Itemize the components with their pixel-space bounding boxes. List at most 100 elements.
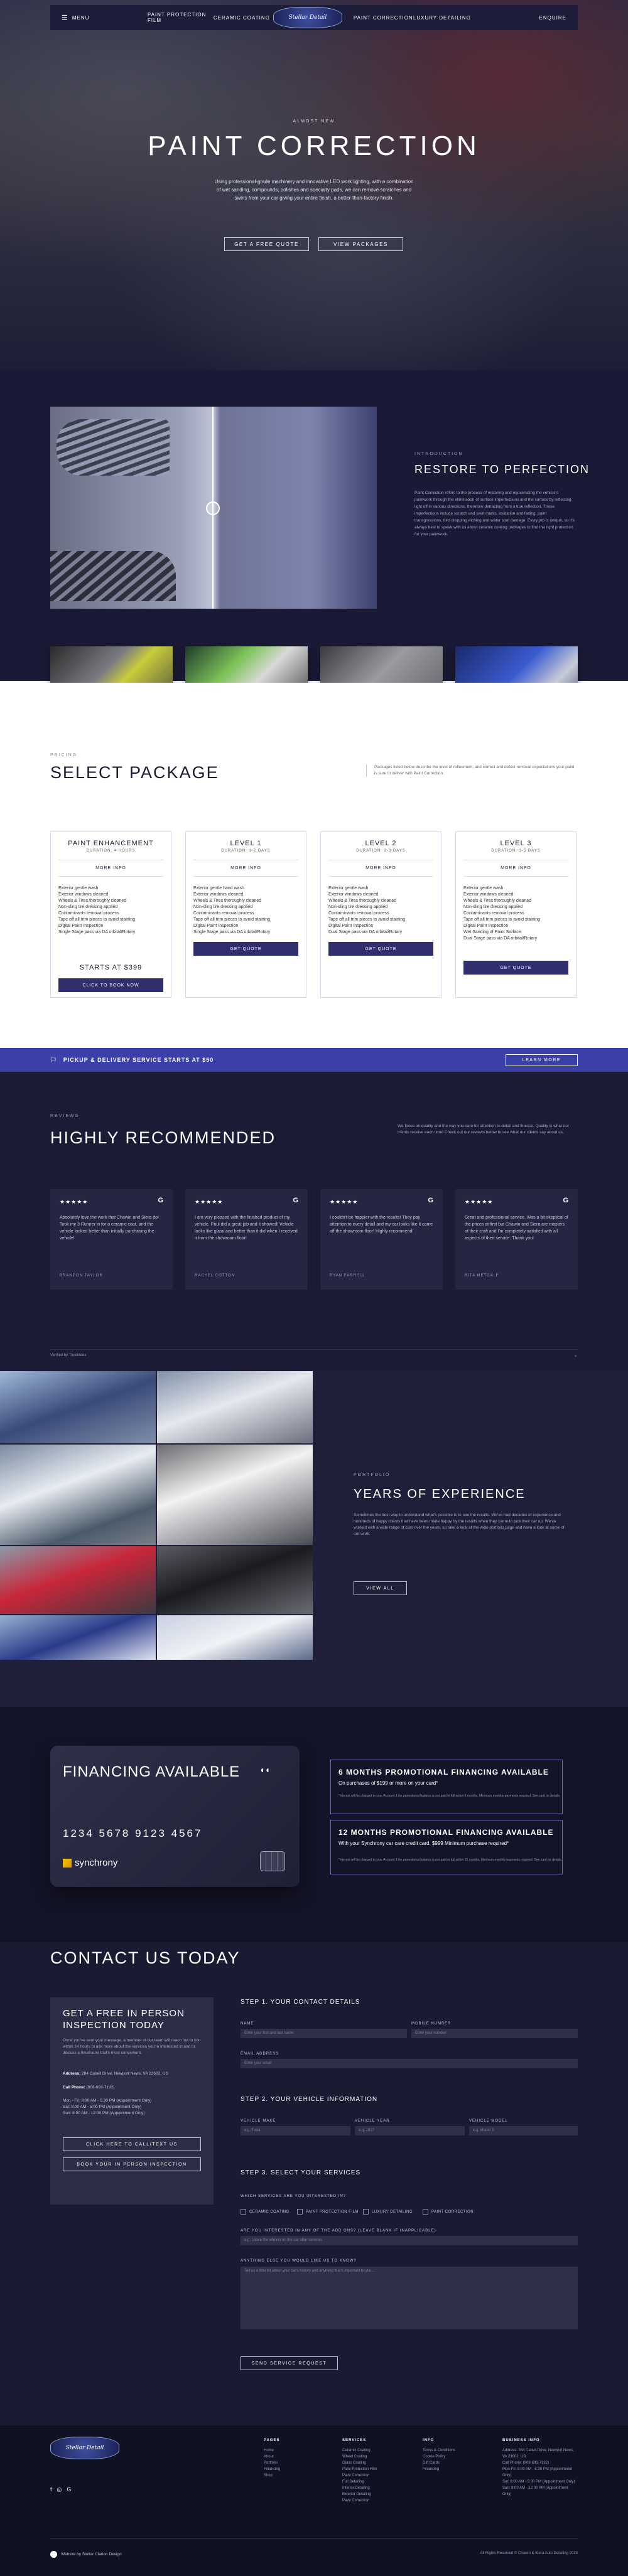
address-value: 284 Cabell Drive, Newport News, VA 23602… (82, 2071, 168, 2076)
menu-button[interactable]: MENU (72, 15, 148, 21)
call-text-button[interactable]: CLICK HERE TO CALL/TEXT US (63, 2137, 201, 2151)
feature-item: Tape off all trim pieces to avoid staini… (463, 917, 541, 922)
footer-link[interactable]: Paint Correction (342, 2472, 377, 2479)
checkbox-icon[interactable] (363, 2209, 369, 2215)
trustindex-bar[interactable]: Verified by Trustindex ⌄ (50, 1349, 578, 1360)
footer-link[interactable]: Financing (423, 2466, 455, 2472)
book-inspection-button[interactable]: BOOK YOUR IN PERSON INSPECTION (63, 2157, 201, 2171)
facebook-icon[interactable]: f (50, 2486, 52, 2493)
book-now-button[interactable]: CLICK TO BOOK NOW (58, 978, 163, 992)
get-quote-button[interactable]: GET QUOTE (193, 942, 298, 956)
view-all-button[interactable]: VIEW ALL (354, 1581, 407, 1595)
before-after-image[interactable] (50, 407, 377, 609)
package-title: PAINT ENHANCEMENT (68, 840, 154, 847)
footer-link[interactable]: Ceramic Coating (342, 2447, 377, 2454)
footer-link[interactable]: Interior Detailing (342, 2485, 377, 2491)
mobile-field[interactable]: Enter your number (411, 2029, 578, 2038)
hours-list: Mon - Fri: 8:00 AM - 5:30 PM (Appointmen… (63, 2098, 151, 2117)
service-checkbox-paint-correction[interactable]: PAINT CORRECTION (423, 2209, 474, 2215)
feature-item: Exterior gentle wash (58, 886, 99, 890)
instagram-icon[interactable]: ◎ (57, 2486, 62, 2493)
package-card-level-1: LEVEL 1 DURATION: 1-2 DAYS MORE INFO Ext… (185, 831, 306, 998)
message-label: ANYTHING ELSE YOU WOULD LIKE US TO KNOW? (241, 2259, 357, 2263)
services-label: WHICH SERVICES ARE YOU INTERESTED IN? (241, 2194, 347, 2198)
google-icon: G (563, 1197, 568, 1204)
email-field[interactable]: Enter your email (241, 2059, 578, 2068)
more-info-link[interactable]: MORE INFO (456, 866, 576, 870)
top-navigation: ☰ MENU PAINT PROTECTION FILM CERAMIC COA… (50, 5, 578, 30)
promo-6-months: 6 MONTHS PROMOTIONAL FINANCING AVAILABLE… (330, 1760, 563, 1814)
logo[interactable]: Stellar Detail (273, 7, 342, 28)
google-icon: G (158, 1197, 163, 1204)
portfolio-photo-5[interactable] (0, 1546, 156, 1614)
banner-text: PICKUP & DELIVERY SERVICE STARTS AT $50 (63, 1057, 214, 1063)
checkbox-icon[interactable] (297, 2209, 303, 2215)
footer-link[interactable]: Financing (264, 2466, 280, 2472)
service-checkbox-ceramic[interactable]: CERAMIC COATING (241, 2209, 290, 2215)
send-request-button[interactable]: SEND SERVICE REQUEST (241, 2356, 338, 2370)
menu-icon[interactable]: ☰ (62, 14, 68, 22)
get-quote-button[interactable]: GET QUOTE (463, 961, 568, 975)
brand-name: synchrony (75, 1857, 118, 1868)
portfolio-photo-6[interactable] (157, 1546, 313, 1614)
footer-heading: BUSINESS INFO (502, 2439, 540, 2442)
checkbox-icon[interactable] (423, 2209, 428, 2215)
nav-link-luxury[interactable]: LUXURY DETAILING (413, 15, 489, 21)
vehicle-make-field[interactable]: e.g. Tesla (241, 2126, 350, 2135)
portfolio-photo-3[interactable] (0, 1445, 156, 1545)
more-info-link[interactable]: MORE INFO (321, 866, 441, 870)
more-info-link[interactable]: MORE INFO (51, 866, 171, 870)
footer-link[interactable]: Wheel Coating (342, 2454, 377, 2460)
addons-field[interactable]: e.g. Leave the wheels on the car after s… (241, 2236, 578, 2245)
get-quote-button[interactable]: GET A FREE QUOTE (224, 237, 309, 251)
feature-item: Digital Paint Inspection (193, 924, 239, 928)
footer-info: INFO Terms & Conditions Cookie Policy Gi… (423, 2437, 455, 2472)
footer-text[interactable]: Call Phone: (908-693-7192) (502, 2460, 578, 2466)
footer-link[interactable]: Full Detailing (342, 2479, 377, 2485)
slider-handle-icon[interactable] (206, 501, 220, 515)
nav-link-ppf[interactable]: PAINT PROTECTION FILM (148, 12, 214, 23)
footer-link[interactable]: Shop (264, 2472, 280, 2479)
footer-link[interactable]: About (264, 2454, 280, 2460)
portfolio-photo-8[interactable] (157, 1615, 313, 1660)
portfolio-photo-1[interactable] (0, 1371, 156, 1443)
footer-logo[interactable]: Stellar Detail (50, 2437, 119, 2459)
footer-link[interactable]: Cookie Policy (423, 2454, 455, 2460)
portfolio-photo-2[interactable] (157, 1371, 313, 1443)
vehicle-model-field[interactable]: e.g. Model S (469, 2126, 578, 2135)
nav-link-paint-correction[interactable]: PAINT CORRECTION (354, 15, 413, 21)
phone-line[interactable]: Call Phone: (908-693-7192) (63, 2085, 114, 2090)
service-checkbox-luxury[interactable]: LUXURY DETAILING (363, 2209, 413, 2215)
footer-link[interactable]: Gift Cards (423, 2460, 455, 2466)
more-info-link[interactable]: MORE INFO (186, 866, 306, 870)
vehicle-year-field[interactable]: e.g. 2017 (355, 2126, 465, 2135)
footer-link[interactable]: Exterior Detailing (342, 2491, 377, 2498)
truck-icon: ⚐ (50, 1056, 57, 1064)
footer-credit[interactable]: Website by Stellar Clarion Design (50, 2551, 122, 2558)
card-number: 1234 5678 9123 4567 (63, 1827, 203, 1839)
message-textarea[interactable]: Tell us a little bit about your car's hi… (241, 2267, 578, 2329)
intro-description: Paint Correction refers to the process o… (414, 491, 575, 537)
learn-more-button[interactable]: LEARN MORE (505, 1054, 578, 1066)
model-label: VEHICLE MODEL (469, 2119, 508, 2123)
enquire-button[interactable]: ENQUIRE (539, 15, 566, 21)
view-packages-button[interactable]: VIEW PACKAGES (318, 237, 403, 251)
get-quote-button[interactable]: GET QUOTE (328, 942, 433, 956)
service-checkbox-ppf[interactable]: PAINT PROTECTION FILM (297, 2209, 359, 2215)
footer-link[interactable]: Glass Coating (342, 2460, 377, 2466)
footer-link[interactable]: Terms & Conditions (423, 2447, 455, 2454)
footer-link[interactable]: Paint Correction (342, 2498, 377, 2504)
google-icon[interactable]: G (67, 2486, 71, 2493)
portfolio-photo-4[interactable] (157, 1445, 313, 1545)
portfolio-photo-7[interactable] (0, 1615, 156, 1660)
packages-title: SELECT PACKAGE (50, 763, 219, 782)
footer-link[interactable]: Portfolio (264, 2460, 280, 2466)
mobile-label: MOBILE NUMBER (411, 2022, 452, 2026)
name-field[interactable]: Enter your first and last name (241, 2029, 407, 2038)
footer-link[interactable]: Home (264, 2447, 280, 2454)
footer-link[interactable]: Paint Protection Film (342, 2466, 377, 2472)
package-card-level-3: LEVEL 3 DURATION: 3-5 DAYS MORE INFO Ext… (455, 831, 577, 998)
nav-link-ceramic[interactable]: CERAMIC COATING (214, 15, 273, 21)
chevron-down-icon[interactable]: ⌄ (573, 1352, 578, 1358)
checkbox-icon[interactable] (241, 2209, 246, 2215)
